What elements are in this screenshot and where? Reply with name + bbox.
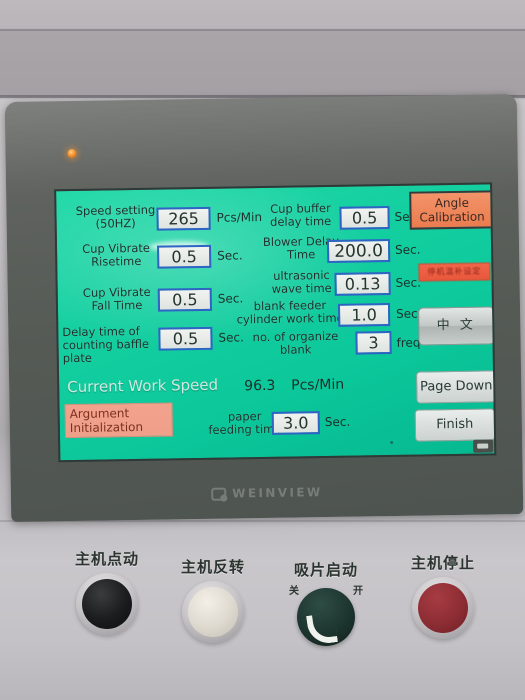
physical-control-bar: 主机点动 主机反转 吸片启动 关 开 主机停止	[0, 526, 525, 700]
label-current-work-speed: Current Work Speed	[67, 375, 219, 397]
knob-body[interactable]	[297, 588, 355, 646]
value-current-work-speed: 96.3	[244, 377, 276, 395]
field-organize-blank-count[interactable]: 3	[355, 331, 392, 355]
brand-logo: WEINVIEW	[211, 485, 323, 501]
knob-tick-on: 开	[353, 586, 363, 597]
unit-paper-feeding-time: Sec.	[324, 414, 351, 430]
field-counting-baffle-delay[interactable]: 0.5	[158, 326, 213, 351]
control-label-reverse: 主机反转	[180, 558, 245, 576]
lcd-screen: Speed setting (50HZ) 265 Pcs/Min Cup Vib…	[54, 182, 497, 463]
field-cup-buffer-delay[interactable]: 0.5	[339, 206, 390, 230]
label-cup-buffer-delay: Cup buffer delay time	[270, 200, 332, 229]
field-blower-delay[interactable]: 200.0	[326, 239, 391, 264]
unit-cup-vibrate-risetime: Sec.	[217, 248, 243, 263]
brand-mark-icon	[211, 487, 227, 501]
control-suction-start[interactable]: 吸片启动 关 开	[281, 559, 371, 648]
screen-speck	[390, 440, 394, 445]
push-button-red[interactable]	[418, 583, 468, 633]
button-collar	[182, 581, 244, 643]
page-down-button[interactable]: Page Down	[416, 370, 497, 404]
stop-temp-compensation-button[interactable]: 停机温补设定	[418, 262, 491, 282]
label-speed-setting: Speed setting (50HZ)	[75, 202, 156, 231]
field-speed-setting[interactable]: 265	[156, 206, 211, 231]
language-toggle-button[interactable]: 中 文	[418, 306, 495, 346]
argument-initialization-button[interactable]: Argument Initialization	[64, 402, 174, 439]
field-paper-feeding-time[interactable]: 3.0	[271, 411, 320, 435]
unit-organize-blank-count: freq	[396, 335, 421, 350]
label-counting-baffle-delay: Delay time of counting baffle plate	[62, 323, 150, 366]
hmi-touch-panel: Speed setting (50HZ) 265 Pcs/Min Cup Vib…	[4, 94, 524, 522]
button-collar	[76, 573, 138, 635]
control-jog-main-motor[interactable]: 主机点动	[62, 548, 152, 635]
control-label-stop: 主机停止	[410, 554, 475, 572]
unit-current-work-speed: Pcs/Min	[291, 376, 345, 394]
control-label-suction: 吸片启动	[293, 561, 358, 579]
control-label-jog: 主机点动	[74, 550, 139, 568]
field-cup-vibrate-falltime[interactable]: 0.5	[157, 287, 213, 312]
brand-name: WEINVIEW	[232, 485, 323, 501]
push-button-black[interactable]	[82, 579, 132, 629]
unit-blower-delay: Sec.	[394, 242, 421, 257]
knob-pointer-icon	[306, 612, 338, 646]
knob-tick-off: 关	[289, 586, 299, 597]
machine-panel: Speed setting (50HZ) 265 Pcs/Min Cup Vib…	[0, 0, 525, 700]
unit-ultrasonic-wave-time: Sec.	[395, 275, 422, 290]
push-button-white[interactable]	[188, 587, 238, 637]
label-cup-vibrate-falltime: Cup Vibrate Fall Time	[82, 284, 151, 313]
button-collar	[412, 577, 474, 639]
label-blank-feeder-cylinder: blank feeder cylinder work time	[236, 298, 344, 327]
power-led-icon	[67, 148, 77, 159]
finish-button[interactable]: Finish	[414, 408, 496, 442]
control-reverse-main-motor[interactable]: 主机反转	[168, 556, 258, 643]
control-stop-main-motor[interactable]: 主机停止	[398, 552, 488, 639]
label-organize-blank-count: no. of organize blank	[252, 328, 339, 357]
field-blank-feeder-cylinder[interactable]: 1.0	[337, 303, 391, 327]
angle-calibration-button[interactable]: Angle Calibration	[409, 190, 495, 230]
selector-knob[interactable]: 关 开	[289, 582, 363, 648]
field-cup-vibrate-risetime[interactable]: 0.5	[157, 244, 212, 269]
panel-seam-top	[0, 29, 525, 31]
screen-corner-tab	[473, 439, 494, 453]
field-ultrasonic-wave-time[interactable]: 0.13	[334, 272, 391, 296]
label-cup-vibrate-risetime: Cup Vibrate Risetime	[82, 240, 151, 269]
